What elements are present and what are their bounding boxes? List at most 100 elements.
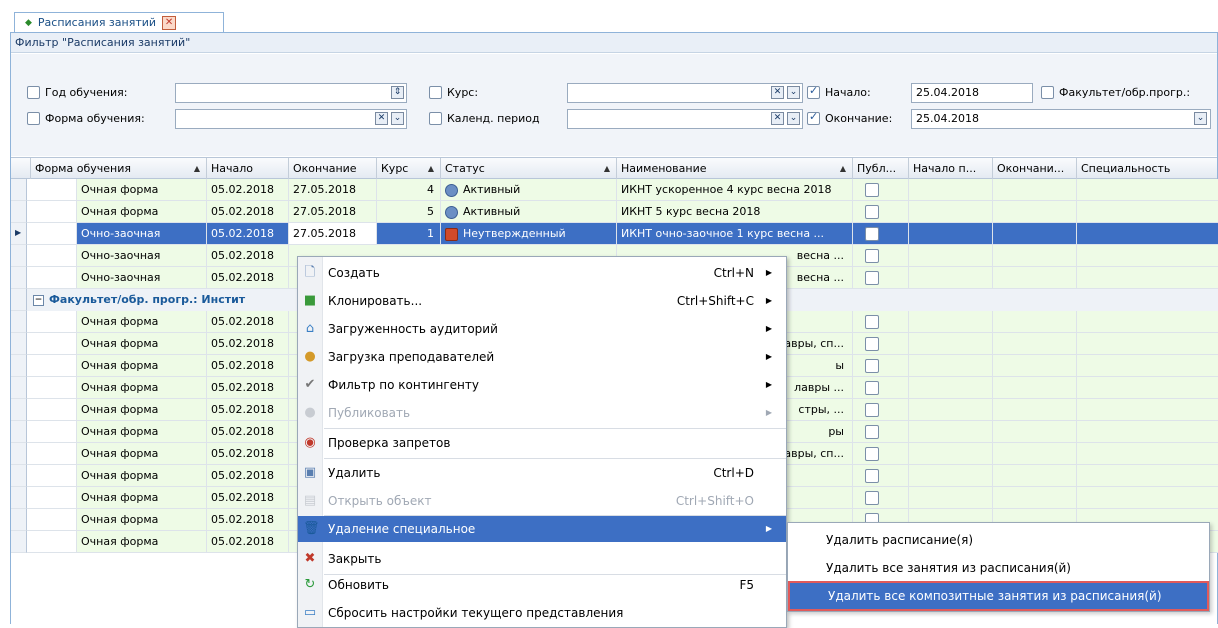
end-date-field[interactable]: 25.04.2018 (911, 109, 1211, 129)
clear-icon[interactable]: ✕ (771, 112, 784, 125)
menu-item-publish: ● Публиковать ▶ (298, 400, 786, 426)
spinner-icon[interactable]: ⇕ (391, 86, 404, 99)
checkmark-icon: ✔ (304, 377, 316, 392)
menu-item-delete[interactable]: ▣ Удалить Ctrl+D (298, 460, 786, 486)
sort-asc-icon: ▲ (427, 164, 434, 173)
clear-icon[interactable]: ✕ (771, 86, 784, 99)
form-checkbox[interactable] (27, 112, 40, 125)
column-header[interactable]: Публ... (853, 158, 909, 179)
publish-icon: ● (304, 405, 316, 420)
period-label: Календ. период (447, 112, 540, 125)
publish-checkbox (865, 271, 879, 285)
menu-item-trash[interactable]: 🗑 Удаление специальное ▶ (298, 516, 786, 542)
refresh-icon: ↻ (304, 577, 316, 592)
course-field[interactable] (567, 83, 803, 103)
sort-asc-icon: ▲ (603, 164, 610, 173)
menu-item-refresh[interactable]: ↻ Обновить F5 (298, 572, 786, 598)
submenu-arrow-icon: ▶ (765, 268, 772, 277)
menu-item-open-object: ▤ Открыть объект Ctrl+Shift+O (303, 493, 754, 509)
table-row[interactable]: Очная форма 05.02.2018 27.05.2018 5 Акти… (11, 201, 1218, 223)
column-header[interactable]: Наименование ▲ (617, 158, 853, 179)
year-label: Год обучения: (45, 86, 128, 99)
submenu-item-delete-composite-classes[interactable]: Удалить все композитные занятия из распи… (788, 581, 1209, 611)
submenu-arrow-icon: ▶ (765, 352, 772, 361)
teacher-icon: ● (304, 349, 316, 364)
publish-checkbox (865, 359, 879, 373)
publish-checkbox (865, 337, 879, 351)
sort-asc-icon: ▲ (839, 164, 846, 173)
submenu-arrow-icon: ▶ (765, 380, 772, 389)
period-field[interactable] (567, 109, 803, 129)
course-label: Курс: (447, 86, 479, 99)
end-checkbox[interactable] (807, 110, 820, 125)
column-header[interactable]: Специальность (1077, 158, 1218, 179)
submenu-item-delete-schedules[interactable]: Удалить расписание(я) (788, 527, 1209, 553)
column-header[interactable]: Статус ▲ (441, 158, 617, 179)
chevron-down-icon[interactable]: ⌄ (1194, 112, 1207, 125)
period-checkbox[interactable] (429, 112, 442, 125)
publish-checkbox (865, 227, 879, 241)
chevron-down-icon[interactable]: ⌄ (391, 112, 404, 125)
filter-panel: Год обучения: ⇕ Курс: ✕ ⌄ Начало: 25.04.… (11, 54, 1217, 156)
publish-checkbox (865, 491, 879, 505)
clear-icon[interactable]: ✕ (375, 112, 388, 125)
start-checkbox[interactable] (807, 84, 820, 99)
course-checkbox[interactable] (429, 86, 442, 99)
publish-checkbox (865, 249, 879, 263)
column-header[interactable]: Окончани... (993, 158, 1077, 179)
menu-item-close[interactable]: ✖ Закрыть (298, 546, 786, 572)
menu-separator (324, 458, 786, 459)
tab-close-icon[interactable]: ✕ (162, 15, 177, 30)
new-document-icon: 🗋 (304, 265, 316, 280)
form-field[interactable] (175, 109, 407, 129)
trash-icon: 🗑 (303, 521, 320, 536)
column-header[interactable]: Курс ▲ (377, 158, 441, 179)
start-date-field[interactable]: 25.04.2018 (911, 83, 1033, 103)
table-row[interactable]: Очная форма 05.02.2018 27.05.2018 4 Акти… (11, 179, 1218, 201)
delete-special-submenu: Удалить расписание(я) Удалить все заняти… (787, 522, 1210, 612)
column-header[interactable]: Начало (207, 158, 289, 179)
year-checkbox[interactable] (27, 86, 40, 99)
filter-title: Фильтр "Расписания занятий" (11, 33, 1217, 53)
menu-item-new-document[interactable]: 🗋 Создать Ctrl+N ▶ (298, 260, 786, 286)
publish-checkbox (865, 183, 879, 197)
column-header[interactable]: Форма обучения ▲ (31, 158, 207, 179)
clone-icon: ■ (303, 293, 317, 308)
menu-item-building[interactable]: ⌂ Загруженность аудиторий ▶ (298, 316, 786, 342)
menu-item-clone[interactable]: ■ Клонировать... Ctrl+Shift+C ▶ (298, 288, 786, 314)
publish-checkbox (865, 469, 879, 483)
sort-asc-icon: ▲ (193, 164, 200, 173)
publish-checkbox (865, 403, 879, 417)
year-field[interactable] (175, 83, 407, 103)
tab-bar: ◆ Расписания занятий ✕ (0, 0, 1218, 32)
publish-checkbox (865, 447, 879, 461)
tab-schedules[interactable]: ◆ Расписания занятий ✕ (14, 12, 224, 32)
forbidden-check-icon: ◉ (304, 435, 316, 450)
publish-checkbox (865, 205, 879, 219)
column-header[interactable]: Окончание (289, 158, 377, 179)
form-label: Форма обучения: (45, 112, 145, 125)
active-status-icon (445, 183, 458, 197)
collapse-icon: − (33, 294, 44, 306)
menu-item-checkmark[interactable]: ✔ Фильтр по контингенту ▶ (298, 372, 786, 398)
unapproved-status-icon (445, 227, 458, 241)
close-icon: ✖ (304, 551, 316, 566)
menu-item-teacher[interactable]: ● Загрузка преподавателей ▶ (298, 344, 786, 370)
tab-label: Расписания занятий (37, 16, 157, 29)
chevron-down-icon[interactable]: ⌄ (787, 86, 800, 99)
menu-item-forbidden-check[interactable]: ◉ Проверка запретов (298, 430, 786, 456)
publish-checkbox (865, 315, 879, 329)
submenu-item-delete-all-classes[interactable]: Удалить все занятия из расписания(й) (788, 555, 1209, 581)
context-menu: 🗋 Создать Ctrl+N ▶ ■ Клонировать... Ctrl+Shift… (297, 256, 787, 628)
tab-marker-icon: ◆ (25, 17, 32, 28)
menu-item-reset-view[interactable]: ▭ Сбросить настройки текущего представлен… (298, 600, 786, 626)
grid-header: Форма обучения ▲ Начало Окончание Курс ▲ С… (11, 157, 1217, 179)
reset-view-icon: ▭ (303, 605, 317, 620)
end-label: Окончание: (825, 112, 893, 125)
faculty-checkbox[interactable] (1041, 86, 1054, 99)
table-row-selected[interactable]: ▶ Очно-заочная 05.02.2018 27.05.2018 1 Н… (11, 223, 1218, 245)
chevron-down-icon[interactable]: ⌄ (787, 112, 800, 125)
delete-icon: ▣ (303, 465, 317, 480)
column-header[interactable]: Начало п... (909, 158, 993, 179)
publish-checkbox (865, 425, 879, 439)
